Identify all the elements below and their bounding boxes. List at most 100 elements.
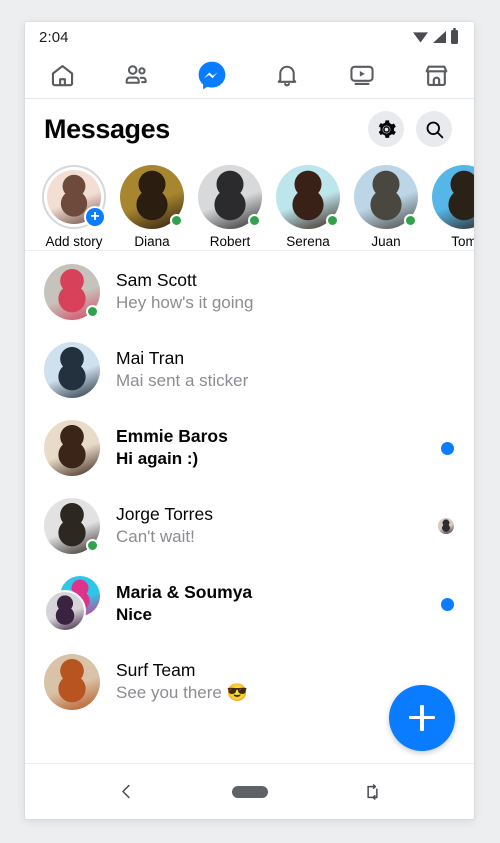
conversation-row[interactable]: Jorge Torres Can't wait! xyxy=(25,487,474,565)
conversation-name: Jorge Torres xyxy=(116,503,213,524)
conversation-snippet: Hey how's it going xyxy=(116,293,254,313)
conversation-status xyxy=(441,441,454,455)
tab-messenger[interactable] xyxy=(175,52,250,98)
android-nav-bar xyxy=(25,763,474,819)
conversation-name: Emmie Baros xyxy=(116,425,228,446)
plus-icon xyxy=(409,705,435,731)
avatar xyxy=(432,165,474,229)
top-tab-bar xyxy=(25,52,474,99)
read-receipt-avatar xyxy=(438,518,454,534)
conversation-text: Emmie Baros Hi again :) xyxy=(116,425,431,472)
online-status-dot xyxy=(86,539,99,552)
nav-recents-button[interactable] xyxy=(343,764,403,819)
conversation-text: Mai Tran Mai sent a sticker xyxy=(116,347,444,394)
conversation-snippet: Can't wait! xyxy=(116,527,195,547)
avatar xyxy=(44,342,100,398)
tab-home[interactable] xyxy=(25,52,100,98)
avatar-wrapper xyxy=(44,264,100,320)
settings-button[interactable] xyxy=(368,111,404,147)
tab-notifications[interactable] xyxy=(249,52,324,98)
conversation-row[interactable]: Mai Tran Mai sent a sticker xyxy=(25,331,474,409)
plus-badge-icon[interactable]: + xyxy=(84,206,106,228)
conversation-row[interactable]: Emmie Baros Hi again :) xyxy=(25,409,474,487)
store-icon xyxy=(425,65,448,86)
cell-signal-icon xyxy=(433,31,446,43)
conversation-name: Maria & Soumya xyxy=(116,581,253,602)
wifi-icon xyxy=(413,32,428,43)
search-icon xyxy=(426,121,443,138)
tab-watch[interactable] xyxy=(324,52,399,98)
story-avatar-ring: + xyxy=(42,165,106,229)
conversation-text: Sam Scott Hey how's it going xyxy=(116,269,444,316)
conversation-text: Jorge Torres Can't wait! xyxy=(116,503,428,550)
online-status-dot xyxy=(248,214,261,227)
avatar-wrapper xyxy=(44,576,100,632)
unread-badge xyxy=(441,597,454,611)
story-avatar-ring xyxy=(354,165,418,229)
conversation-status xyxy=(441,597,454,611)
status-system-icons xyxy=(413,27,458,44)
story-item-add-story[interactable]: + Add story xyxy=(42,165,106,249)
home-icon xyxy=(51,64,74,86)
story-avatar-ring xyxy=(276,165,340,229)
story-label: Juan xyxy=(371,234,401,249)
messages-header: Messages xyxy=(25,99,474,159)
tab-marketplace[interactable] xyxy=(399,52,474,98)
story-label: Add story xyxy=(45,234,103,249)
avatar-wrapper xyxy=(44,420,100,476)
gear-icon xyxy=(378,119,396,138)
conversation-name: Mai Tran xyxy=(116,347,185,368)
phone-frame: 2:04 Messages + Add story Diana Robert S… xyxy=(25,22,474,819)
avatar-wrapper xyxy=(44,498,100,554)
conversation-text: Maria & Soumya Nice xyxy=(116,581,431,628)
avatar-wrapper xyxy=(44,654,100,710)
chevron-left-icon xyxy=(122,784,130,799)
online-status-dot xyxy=(326,214,339,227)
story-avatar-ring xyxy=(198,165,262,229)
conversation-status xyxy=(438,518,454,534)
avatar xyxy=(44,420,100,476)
search-button[interactable] xyxy=(416,111,452,147)
nav-back-button[interactable] xyxy=(97,764,157,819)
conversation-snippet: Hi again :) xyxy=(116,449,199,469)
online-status-dot xyxy=(86,305,99,318)
home-pill-icon xyxy=(231,785,268,798)
story-item-tom[interactable]: Tom xyxy=(432,165,474,249)
conversation-rows: Sam Scott Hey how's it going Mai Tran Mai s… xyxy=(25,253,474,721)
status-clock: 2:04 xyxy=(39,28,69,46)
conversation-snippet: Nice xyxy=(116,605,152,625)
tab-friends[interactable] xyxy=(100,52,175,98)
online-status-dot xyxy=(170,214,183,227)
story-item-robert[interactable]: Robert xyxy=(198,165,262,249)
page-title: Messages xyxy=(44,113,170,144)
conversation-row[interactable]: Maria & Soumya Nice xyxy=(25,565,474,643)
story-item-juan[interactable]: Juan xyxy=(354,165,418,249)
people-icon xyxy=(125,65,147,84)
nav-home-button[interactable] xyxy=(220,764,280,819)
story-label: Tom xyxy=(451,234,474,249)
status-bar: 2:04 xyxy=(25,22,474,52)
story-avatar-ring xyxy=(120,165,184,229)
unread-badge xyxy=(441,441,454,455)
conversation-name: Sam Scott xyxy=(116,269,197,290)
conversation-snippet: Mai sent a sticker xyxy=(116,371,249,391)
conversation-list[interactable]: Sam Scott Hey how's it going Mai Tran Mai s… xyxy=(25,251,474,763)
group-avatar xyxy=(44,576,100,632)
story-avatar-ring xyxy=(432,165,474,229)
stories-row[interactable]: + Add story Diana Robert Serena Juan Tom xyxy=(25,159,474,251)
story-label: Robert xyxy=(209,234,251,249)
story-label: Serena xyxy=(286,234,330,249)
new-message-button[interactable] xyxy=(389,685,455,751)
video-screen-icon xyxy=(350,65,374,85)
story-item-serena[interactable]: Serena xyxy=(276,165,340,249)
rotate-screen-icon xyxy=(367,783,378,800)
conversation-row[interactable]: Sam Scott Hey how's it going xyxy=(25,253,474,331)
conversation-name: Surf Team xyxy=(116,659,196,680)
online-status-dot xyxy=(404,214,417,227)
story-label: Diana xyxy=(134,234,170,249)
avatar xyxy=(44,590,86,632)
avatar-wrapper xyxy=(44,342,100,398)
bell-icon xyxy=(277,65,297,87)
story-item-diana[interactable]: Diana xyxy=(120,165,184,249)
header-actions xyxy=(368,111,452,147)
